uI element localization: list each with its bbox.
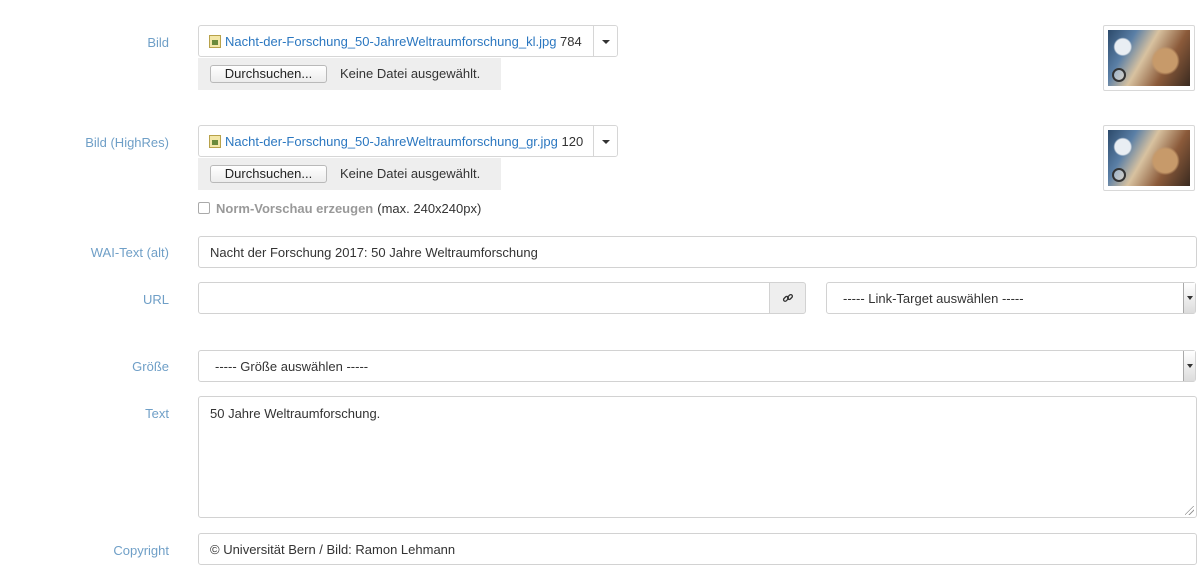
groesse-label: Größe (132, 359, 169, 374)
bild-highres-thumbnail[interactable] (1103, 125, 1195, 191)
zoom-icon[interactable] (1112, 168, 1126, 182)
image-file-icon (209, 35, 221, 48)
bild-highres-file-select[interactable]: Nacht-der-Forschung_50-JahreWeltraumfors… (198, 125, 618, 157)
zoom-icon[interactable] (1112, 68, 1126, 82)
bild-thumbnail[interactable] (1103, 25, 1195, 91)
bild-highres-no-file-text: Keine Datei ausgewählt. (340, 166, 481, 181)
image-file-icon (209, 135, 221, 148)
bild-upload-row: Durchsuchen... Keine Datei ausgewählt. (198, 58, 501, 90)
bild-highres-dropdown-button[interactable] (593, 126, 617, 156)
bild-highres-upload-row: Durchsuchen... Keine Datei ausgewählt. (198, 158, 501, 190)
norm-preview-hint: (max. 240x240px) (377, 201, 482, 216)
link-target-select[interactable]: ----- Link-Target auswählen ----- (826, 282, 1196, 314)
wai-text-input[interactable]: Nacht der Forschung 2017: 50 Jahre Weltr… (198, 236, 1197, 268)
groesse-select[interactable]: ----- Größe auswählen ----- (198, 350, 1196, 382)
bild-file-size: 784 (560, 34, 582, 49)
select-arrow-icon[interactable] (1183, 351, 1195, 381)
bild-browse-button[interactable]: Durchsuchen... (210, 65, 327, 83)
norm-preview-row: Norm-Vorschau erzeugen (max. 240x240px) (198, 201, 481, 216)
link-icon (782, 293, 793, 302)
bild-highres-file-link[interactable]: Nacht-der-Forschung_50-JahreWeltraumfors… (225, 134, 558, 149)
wai-text-label: WAI-Text (alt) (90, 245, 169, 260)
bild-highres-file-name[interactable]: Nacht-der-Forschung_50-JahreWeltraumfors… (209, 134, 597, 149)
bild-file-name[interactable]: Nacht-der-Forschung_50-JahreWeltraumfors… (209, 34, 597, 49)
bild-highres-file-size: 120 (561, 134, 584, 149)
text-value: 50 Jahre Weltraumforschung. (210, 406, 381, 421)
bild-highres-preview-image (1108, 130, 1190, 186)
bild-no-file-text: Keine Datei ausgewählt. (340, 66, 481, 81)
copyright-input[interactable]: © Universität Bern / Bild: Ramon Lehmann (198, 533, 1197, 565)
select-arrow-icon[interactable] (1183, 283, 1195, 313)
bild-file-select[interactable]: Nacht-der-Forschung_50-JahreWeltraumfors… (198, 25, 618, 57)
bild-dropdown-button[interactable] (593, 26, 617, 56)
text-label: Text (145, 406, 169, 421)
link-target-value: ----- Link-Target auswählen ----- (843, 291, 1024, 306)
copyright-label: Copyright (113, 543, 169, 558)
url-label: URL (142, 292, 169, 307)
url-input[interactable] (198, 282, 770, 314)
bild-preview-image (1108, 30, 1190, 86)
resize-handle-icon[interactable] (1185, 506, 1194, 515)
bild-file-link[interactable]: Nacht-der-Forschung_50-JahreWeltraumfors… (225, 34, 556, 49)
norm-preview-label[interactable]: Norm-Vorschau erzeugen (216, 201, 373, 216)
norm-preview-checkbox[interactable] (198, 202, 210, 214)
groesse-value: ----- Größe auswählen ----- (215, 359, 369, 374)
bild-highres-label: Bild (HighRes) (85, 135, 169, 150)
url-link-button[interactable] (769, 282, 806, 314)
text-textarea[interactable]: 50 Jahre Weltraumforschung. (198, 396, 1197, 518)
bild-label: Bild (147, 35, 169, 50)
bild-highres-browse-button[interactable]: Durchsuchen... (210, 165, 327, 183)
